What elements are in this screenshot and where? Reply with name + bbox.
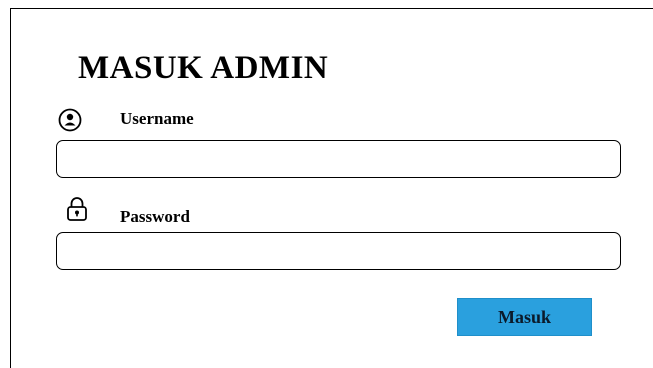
- page-title: MASUK ADMIN: [78, 50, 329, 86]
- lock-icon: [67, 197, 87, 221]
- password-label: Password: [120, 207, 190, 226]
- username-input[interactable]: [56, 140, 621, 178]
- login-submit-button[interactable]: Masuk: [457, 298, 592, 336]
- user-circle-icon: [58, 108, 82, 132]
- username-label: Username: [120, 109, 194, 128]
- password-input[interactable]: [56, 232, 621, 270]
